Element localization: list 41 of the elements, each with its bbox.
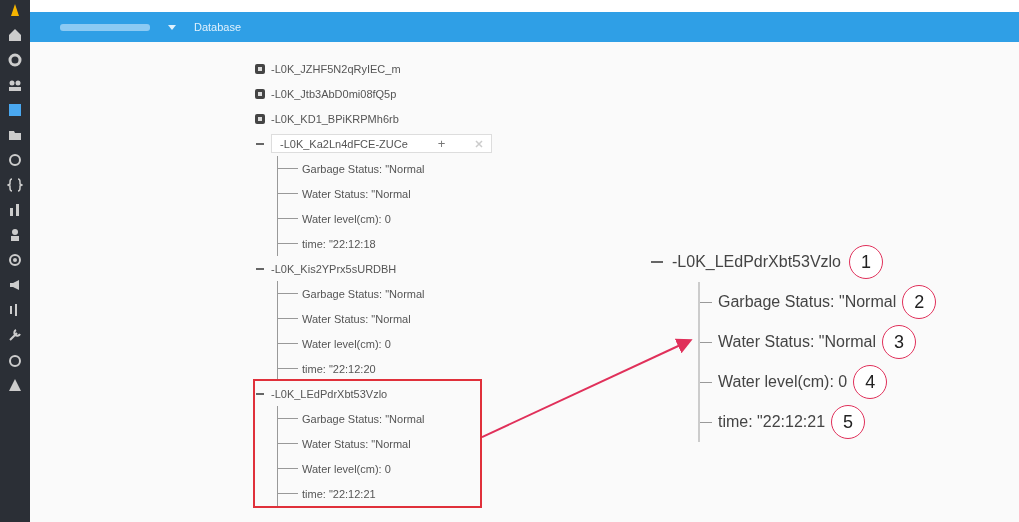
tree-node-key[interactable]: -L0K_Jtb3AbD0mi08fQ5p — [271, 87, 397, 100]
tree-field: Garbage Status: "Normal — [302, 162, 425, 175]
tree-field: Water level(cm): 0 — [302, 462, 391, 475]
hovered-row[interactable]: -L0K_Ka2Ln4dFCE-ZUCe + — [271, 134, 493, 153]
expand-icon[interactable] — [255, 63, 265, 74]
tree-node-key[interactable]: -L0K_Kis2YPrx5sURDBH — [271, 262, 397, 275]
number-marker: 1 — [849, 245, 883, 279]
tree-field: time: "22:12:18 — [302, 237, 376, 250]
zoomed-field: Water Status: "Normal — [718, 333, 876, 351]
tree-node-key[interactable]: -L0K_LEdPdrXbt53Vzlo — [271, 387, 388, 400]
zoomed-node-key: -L0K_LEdPdrXbt53Vzlo — [672, 253, 841, 271]
wrench-icon[interactable] — [7, 327, 23, 343]
home-icon[interactable] — [7, 27, 23, 43]
tree-field: Water level(cm): 0 — [302, 337, 391, 350]
number-marker: 2 — [902, 285, 937, 319]
number-marker: 4 — [853, 365, 888, 399]
number-marker: 5 — [831, 405, 866, 439]
database-icon[interactable] — [7, 102, 23, 118]
expand-icon[interactable] — [255, 88, 265, 99]
tree-node-key[interactable]: -L0K_KD1_BPiKRPMh6rb — [271, 112, 399, 125]
tree-field: Garbage Status: "Normal — [302, 412, 425, 425]
tree-field: time: "22:12:20 — [302, 362, 376, 375]
tree-node-key[interactable]: -L0K_Ka2Ln4dFCE-ZUCe — [280, 137, 408, 150]
triangle-icon[interactable] — [7, 377, 23, 393]
zoomed-field: Water level(cm): 0 — [718, 373, 848, 391]
expand-icon[interactable] — [255, 113, 265, 124]
number-marker: 3 — [882, 325, 916, 359]
tree-field: Water Status: "Normal — [302, 312, 411, 325]
target-icon[interactable] — [7, 252, 23, 268]
tree-field: Garbage Status: "Normal — [302, 287, 425, 300]
tree-node-key[interactable]: -L0K_JZHF5N2qRyIEC_m — [271, 62, 401, 75]
zoomed-field: time: "22:12:21 — [718, 413, 826, 431]
add-button[interactable]: + — [437, 136, 446, 151]
tree-field: Water Status: "Normal — [302, 437, 411, 450]
tree-field: Water level(cm): 0 — [302, 212, 391, 225]
settings-icon[interactable] — [7, 52, 23, 68]
tree-field: time: "22:12:21 — [302, 487, 376, 500]
section-title: Database — [194, 21, 242, 33]
braces-icon[interactable] — [7, 177, 23, 193]
tree-field: Water Status: "Normal — [302, 187, 411, 200]
zoomed-field: Garbage Status: "Normal — [718, 293, 897, 311]
